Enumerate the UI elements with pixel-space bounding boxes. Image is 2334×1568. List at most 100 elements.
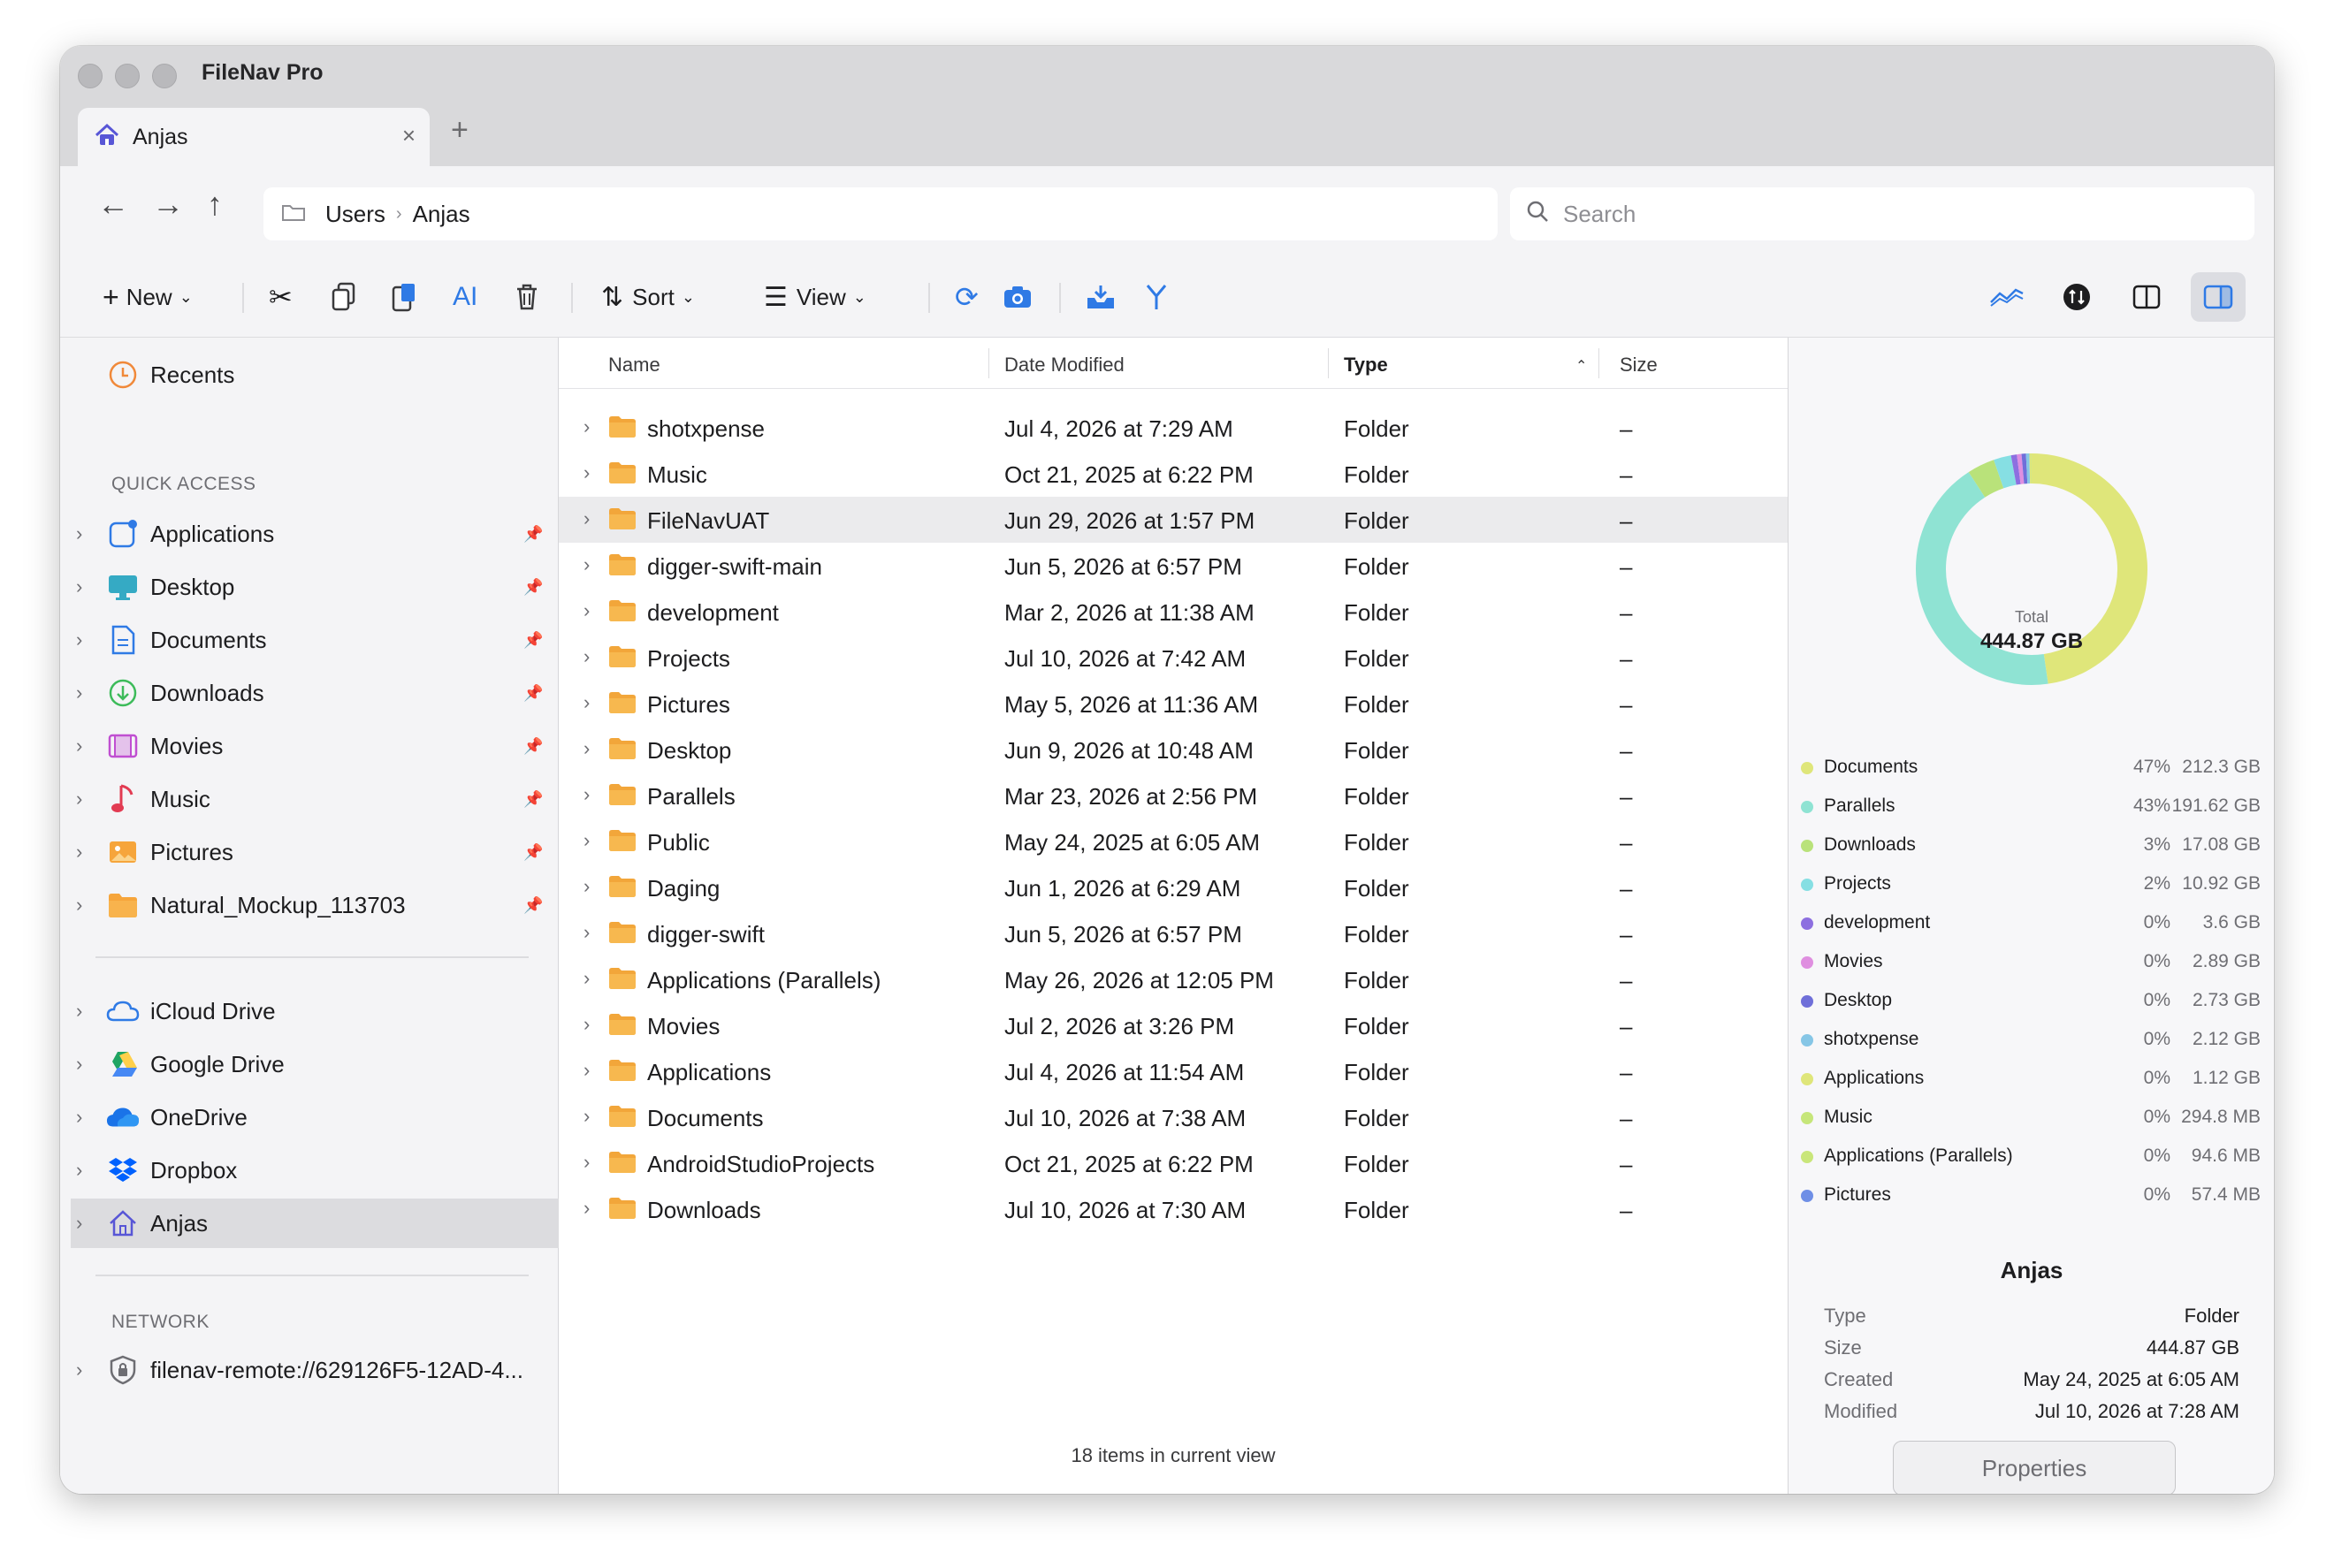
chevron-right-icon[interactable]: › [584, 1197, 590, 1220]
breadcrumb-anjas[interactable]: Anjas [413, 201, 470, 228]
table-row[interactable]: › Downloads Jul 10, 2026 at 7:30 AM Folder – [559, 1186, 1788, 1232]
table-row[interactable]: › Movies Jul 2, 2026 at 3:26 PM Folder – [559, 1002, 1788, 1048]
cut-button[interactable]: ✂ [269, 278, 293, 316]
search-field[interactable]: Search [1510, 187, 2254, 240]
up-arrow-icon[interactable]: ↑ [207, 186, 223, 223]
table-row[interactable]: › FileNavUAT Jun 29, 2026 at 1:57 PM Folder… [559, 497, 1788, 543]
table-row[interactable]: › Parallels Mar 23, 2026 at 2:56 PM Folder – [559, 773, 1788, 818]
pin-icon[interactable]: 📌 [523, 896, 543, 915]
view-button[interactable]: ☰ View ⌄ [764, 278, 866, 316]
column-header-size[interactable]: Size [1620, 354, 1658, 377]
split-view-button[interactable] [2132, 278, 2161, 316]
chevron-right-icon[interactable]: › [584, 1151, 590, 1174]
sidebar-item-label: Desktop [150, 573, 235, 600]
paste-button[interactable] [391, 278, 417, 316]
chevron-right-icon[interactable]: › [584, 691, 590, 714]
sidebar-item-music[interactable]: › Music 📌 [60, 774, 559, 824]
table-row[interactable]: › AndroidStudioProjects Oct 21, 2025 at 6:… [559, 1140, 1788, 1186]
table-row[interactable]: › Applications (Parallels) May 26, 2026 at… [559, 956, 1788, 1002]
properties-button[interactable]: Properties [1893, 1441, 2176, 1494]
inspector-toggle-button[interactable] [2191, 272, 2246, 322]
chevron-right-icon[interactable]: › [584, 461, 590, 484]
sidebar-item-applications[interactable]: › Applications 📌 [60, 509, 559, 559]
sidebar-item-remote-network[interactable]: › filenav-remote://629126F5-12AD-4... [60, 1345, 559, 1395]
chevron-right-icon[interactable]: › [584, 875, 590, 898]
column-divider[interactable] [1328, 348, 1329, 378]
pin-icon[interactable]: 📌 [523, 684, 543, 703]
table-row[interactable]: › Desktop Jun 9, 2026 at 10:48 AM Folder – [559, 727, 1788, 773]
table-row[interactable]: › digger-swift Jun 5, 2026 at 6:57 PM Folde… [559, 910, 1788, 956]
sidebar-item-pictures[interactable]: › Pictures 📌 [60, 827, 559, 877]
column-header-date[interactable]: Date Modified [1004, 354, 1125, 377]
sidebar-item-anjas[interactable]: › Anjas [71, 1199, 559, 1248]
new-button[interactable]: + New ⌄ [103, 278, 193, 316]
chevron-right-icon[interactable]: › [584, 599, 590, 622]
table-row[interactable]: › Projects Jul 10, 2026 at 7:42 AM Folder – [559, 635, 1788, 681]
pin-icon[interactable]: 📌 [523, 843, 543, 862]
chevron-right-icon[interactable]: › [584, 507, 590, 530]
chevron-right-icon[interactable]: › [584, 415, 590, 438]
chevron-right-icon[interactable]: › [584, 921, 590, 944]
sort-button[interactable]: ⇅ Sort ⌄ [601, 278, 695, 316]
table-row[interactable]: › Public May 24, 2025 at 6:05 AM Folder – [559, 818, 1788, 864]
table-row[interactable]: › digger-swift-main Jun 5, 2026 at 6:57 PM… [559, 543, 1788, 589]
sidebar-item-documents[interactable]: › Documents 📌 [60, 615, 559, 665]
table-row[interactable]: › Music Oct 21, 2025 at 6:22 PM Folder – [559, 451, 1788, 497]
sidebar-item-desktop[interactable]: › Desktop 📌 [60, 562, 559, 612]
pin-icon[interactable]: 📌 [523, 525, 543, 544]
table-row[interactable]: › development Mar 2, 2026 at 11:38 AM Folde… [559, 589, 1788, 635]
table-row[interactable]: › Daging Jun 1, 2026 at 6:29 AM Folder – [559, 864, 1788, 910]
close-window-button[interactable] [78, 64, 103, 88]
chevron-right-icon[interactable]: › [584, 1059, 590, 1082]
tab-close-icon[interactable]: × [402, 122, 416, 149]
table-row[interactable]: › Applications Jul 4, 2026 at 11:54 AM Fold… [559, 1048, 1788, 1094]
sidebar-item-downloads[interactable]: › Downloads 📌 [60, 668, 559, 718]
column-divider[interactable] [988, 348, 989, 378]
table-row[interactable]: › shotxpense Jul 4, 2026 at 7:29 AM Folder – [559, 405, 1788, 451]
minimize-window-button[interactable] [115, 64, 140, 88]
rename-button[interactable]: AI [453, 278, 477, 316]
breadcrumb-users[interactable]: Users [325, 201, 385, 228]
screenshot-button[interactable] [1003, 278, 1033, 316]
path-bar[interactable]: Users › Anjas [263, 187, 1498, 240]
sidebar-item-icloud-drive[interactable]: › iCloud Drive [60, 986, 559, 1036]
sidebar-item-movies[interactable]: › Movies 📌 [60, 721, 559, 771]
zoom-window-button[interactable] [152, 64, 177, 88]
import-button[interactable] [1086, 278, 1116, 316]
folder-icon [608, 461, 637, 491]
refresh-button[interactable]: ⟳ [955, 278, 979, 316]
table-row[interactable]: › Documents Jul 10, 2026 at 7:38 AM Folder – [559, 1094, 1788, 1140]
activity-button[interactable] [1989, 278, 2025, 316]
pin-icon[interactable]: 📌 [523, 790, 543, 809]
sidebar-item-dropbox[interactable]: › Dropbox [60, 1146, 559, 1195]
pin-icon[interactable]: 📌 [523, 737, 543, 756]
chevron-right-icon[interactable]: › [584, 829, 590, 852]
back-arrow-icon[interactable]: ← [97, 186, 129, 223]
pin-icon[interactable]: 📌 [523, 631, 543, 650]
delete-button[interactable] [515, 278, 539, 316]
merge-button[interactable] [1144, 278, 1169, 316]
sidebar-item-google-drive[interactable]: › Google Drive [60, 1039, 559, 1089]
sidebar-item-label: Music [150, 785, 210, 812]
chevron-right-icon[interactable]: › [584, 737, 590, 760]
folder-icon [608, 1105, 637, 1134]
sidebar-item-natural-mockup[interactable]: › Natural_Mockup_113703 📌 [60, 880, 559, 930]
column-header-name[interactable]: Name [608, 354, 660, 377]
chevron-right-icon[interactable]: › [584, 967, 590, 990]
new-tab-button[interactable]: + [451, 113, 469, 148]
table-row[interactable]: › Pictures May 5, 2026 at 11:36 AM Folder – [559, 681, 1788, 727]
chevron-right-icon[interactable]: › [584, 645, 590, 668]
chevron-right-icon[interactable]: › [584, 783, 590, 806]
chevron-right-icon[interactable]: › [584, 553, 590, 576]
column-header-type[interactable]: Type [1344, 354, 1388, 377]
chevron-right-icon[interactable]: › [584, 1013, 590, 1036]
sync-button[interactable] [2062, 278, 2092, 316]
forward-arrow-icon[interactable]: → [152, 186, 184, 223]
chevron-right-icon[interactable]: › [584, 1105, 590, 1128]
tab-anjas[interactable]: Anjas × [78, 108, 430, 166]
column-divider[interactable] [1598, 348, 1599, 378]
pin-icon[interactable]: 📌 [523, 578, 543, 597]
sidebar-item-recents[interactable]: Recents [60, 350, 559, 400]
sidebar-item-onedrive[interactable]: › OneDrive [60, 1092, 559, 1142]
copy-button[interactable] [331, 278, 357, 316]
